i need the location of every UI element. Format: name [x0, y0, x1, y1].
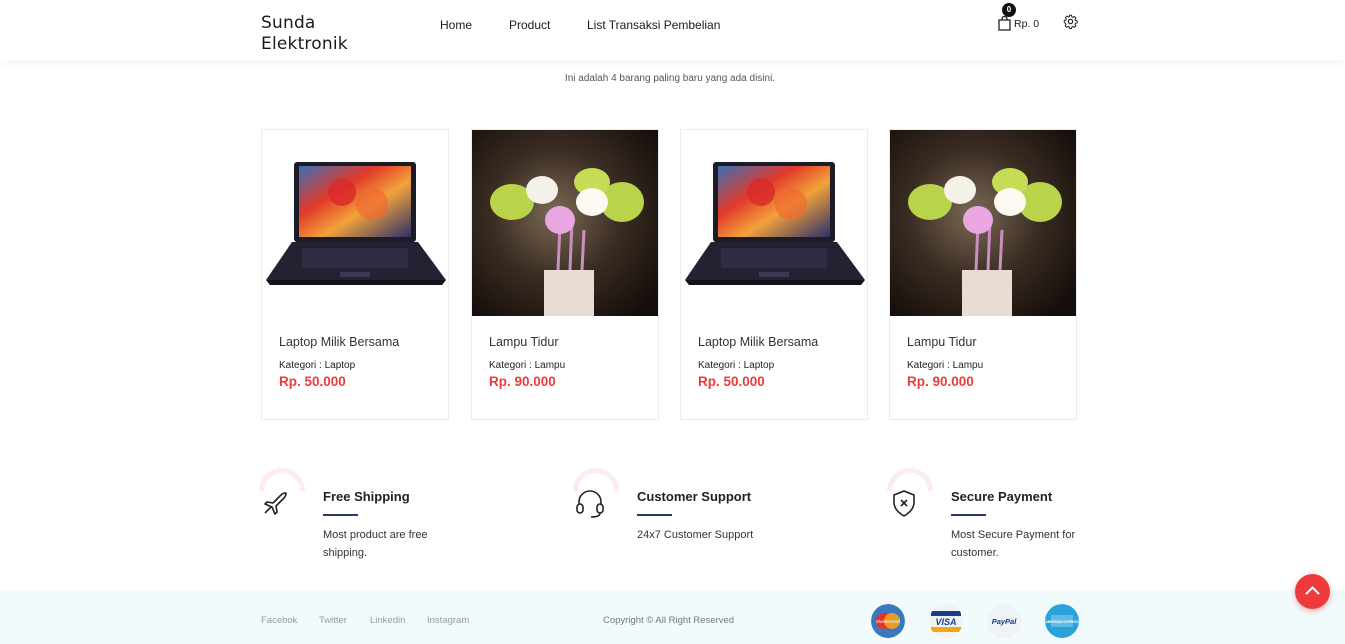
mastercard-icon: MasterCard	[871, 604, 905, 638]
copyright-text: Copyright © All Right Reserved	[603, 615, 735, 626]
footer: Facebok Twitter Linkedin Instagram Copyr…	[0, 590, 1345, 644]
headset-icon	[576, 490, 604, 518]
feature-free-shipping: Free Shipping Most product are free ship…	[249, 458, 521, 568]
feature-title: Customer Support	[637, 489, 752, 504]
lamp-image[interactable]	[472, 130, 658, 316]
svg-text:VISA: VISA	[935, 617, 956, 627]
page: Sunda Elektronik Home Product List Trans…	[0, 0, 1345, 644]
airplane-icon	[264, 492, 287, 515]
feature-title: Free Shipping	[323, 489, 410, 504]
product-category: Kategori : Laptop	[279, 360, 356, 371]
product-name[interactable]: Lampu Tidur	[489, 335, 558, 349]
cart-count-badge: 0	[1002, 3, 1016, 17]
visa-icon: VISA	[929, 604, 963, 638]
feature-title: Secure Payment	[951, 489, 1053, 504]
intro-text: Ini adalah 4 barang paling baru yang ada…	[564, 73, 776, 84]
product-name[interactable]: Laptop Milik Bersama	[698, 335, 818, 349]
product-card[interactable]: Lampu Tidur Kategori : Lampu Rp. 90.000	[889, 129, 1077, 420]
feature-secure-payment: Secure Payment Most Secure Payment for c…	[877, 458, 1149, 568]
brand-logo[interactable]: Sunda Elektronik	[261, 13, 348, 55]
footer-link-instagram[interactable]: Instagram	[427, 615, 469, 626]
svg-text:PayPal: PayPal	[992, 617, 1018, 626]
product-category: Kategori : Lampu	[489, 360, 566, 371]
product-name[interactable]: Lampu Tidur	[907, 335, 976, 349]
product-price: Rp. 90.000	[907, 374, 974, 389]
chevron-up-icon	[1305, 586, 1320, 595]
cart-button[interactable]: 0 Rp. 0	[998, 3, 1046, 36]
laptop-image[interactable]	[262, 130, 448, 316]
svg-text:MasterCard: MasterCard	[876, 619, 900, 624]
paypal-icon: PayPal	[987, 604, 1021, 638]
nav-product[interactable]: Product	[509, 18, 550, 32]
product-card[interactable]: Laptop Milik Bersama Kategori : Laptop R…	[680, 129, 868, 420]
svg-text:AMERICAN EXPRESS: AMERICAN EXPRESS	[1045, 620, 1078, 624]
footer-link-linkedin[interactable]: Linkedin	[370, 615, 405, 626]
cart-total: Rp. 0	[1014, 18, 1040, 30]
footer-link-facebook[interactable]: Facebok	[261, 615, 297, 626]
feature-description: Most product are free shipping.	[323, 529, 428, 559]
title-underline	[637, 514, 672, 516]
back-to-top-button[interactable]	[1295, 574, 1330, 609]
feature-description: 24x7 Customer Support	[637, 529, 754, 541]
product-price: Rp. 50.000	[698, 374, 765, 389]
product-category: Kategori : Lampu	[907, 360, 984, 371]
title-underline	[323, 514, 358, 516]
shield-icon	[893, 490, 915, 517]
lamp-image[interactable]	[890, 130, 1076, 316]
top-navbar: Sunda Elektronik Home Product List Trans…	[0, 0, 1345, 60]
product-category: Kategori : Laptop	[698, 360, 775, 371]
product-card[interactable]: Laptop Milik Bersama Kategori : Laptop R…	[261, 129, 449, 420]
laptop-image[interactable]	[681, 130, 867, 316]
shopping-bag-icon	[998, 16, 1011, 31]
nav-home[interactable]: Home	[440, 18, 472, 32]
product-name[interactable]: Laptop Milik Bersama	[279, 335, 399, 349]
gear-icon[interactable]	[1063, 14, 1078, 29]
brand-line2: Elektronik	[261, 34, 348, 54]
product-price: Rp. 90.000	[489, 374, 556, 389]
footer-link-twitter[interactable]: Twitter	[319, 615, 347, 626]
title-underline	[951, 514, 986, 516]
product-card[interactable]: Lampu Tidur Kategori : Lampu Rp. 90.000	[471, 129, 659, 420]
feature-customer-support: Customer Support 24x7 Customer Support	[563, 458, 835, 568]
amex-icon: AMERICAN EXPRESS	[1045, 604, 1079, 638]
product-price: Rp. 50.000	[279, 374, 346, 389]
brand-line1: Sunda	[261, 13, 316, 33]
nav-list-transaksi[interactable]: List Transaksi Pembelian	[587, 18, 720, 32]
feature-description: Most Secure Payment for customer.	[951, 529, 1076, 559]
